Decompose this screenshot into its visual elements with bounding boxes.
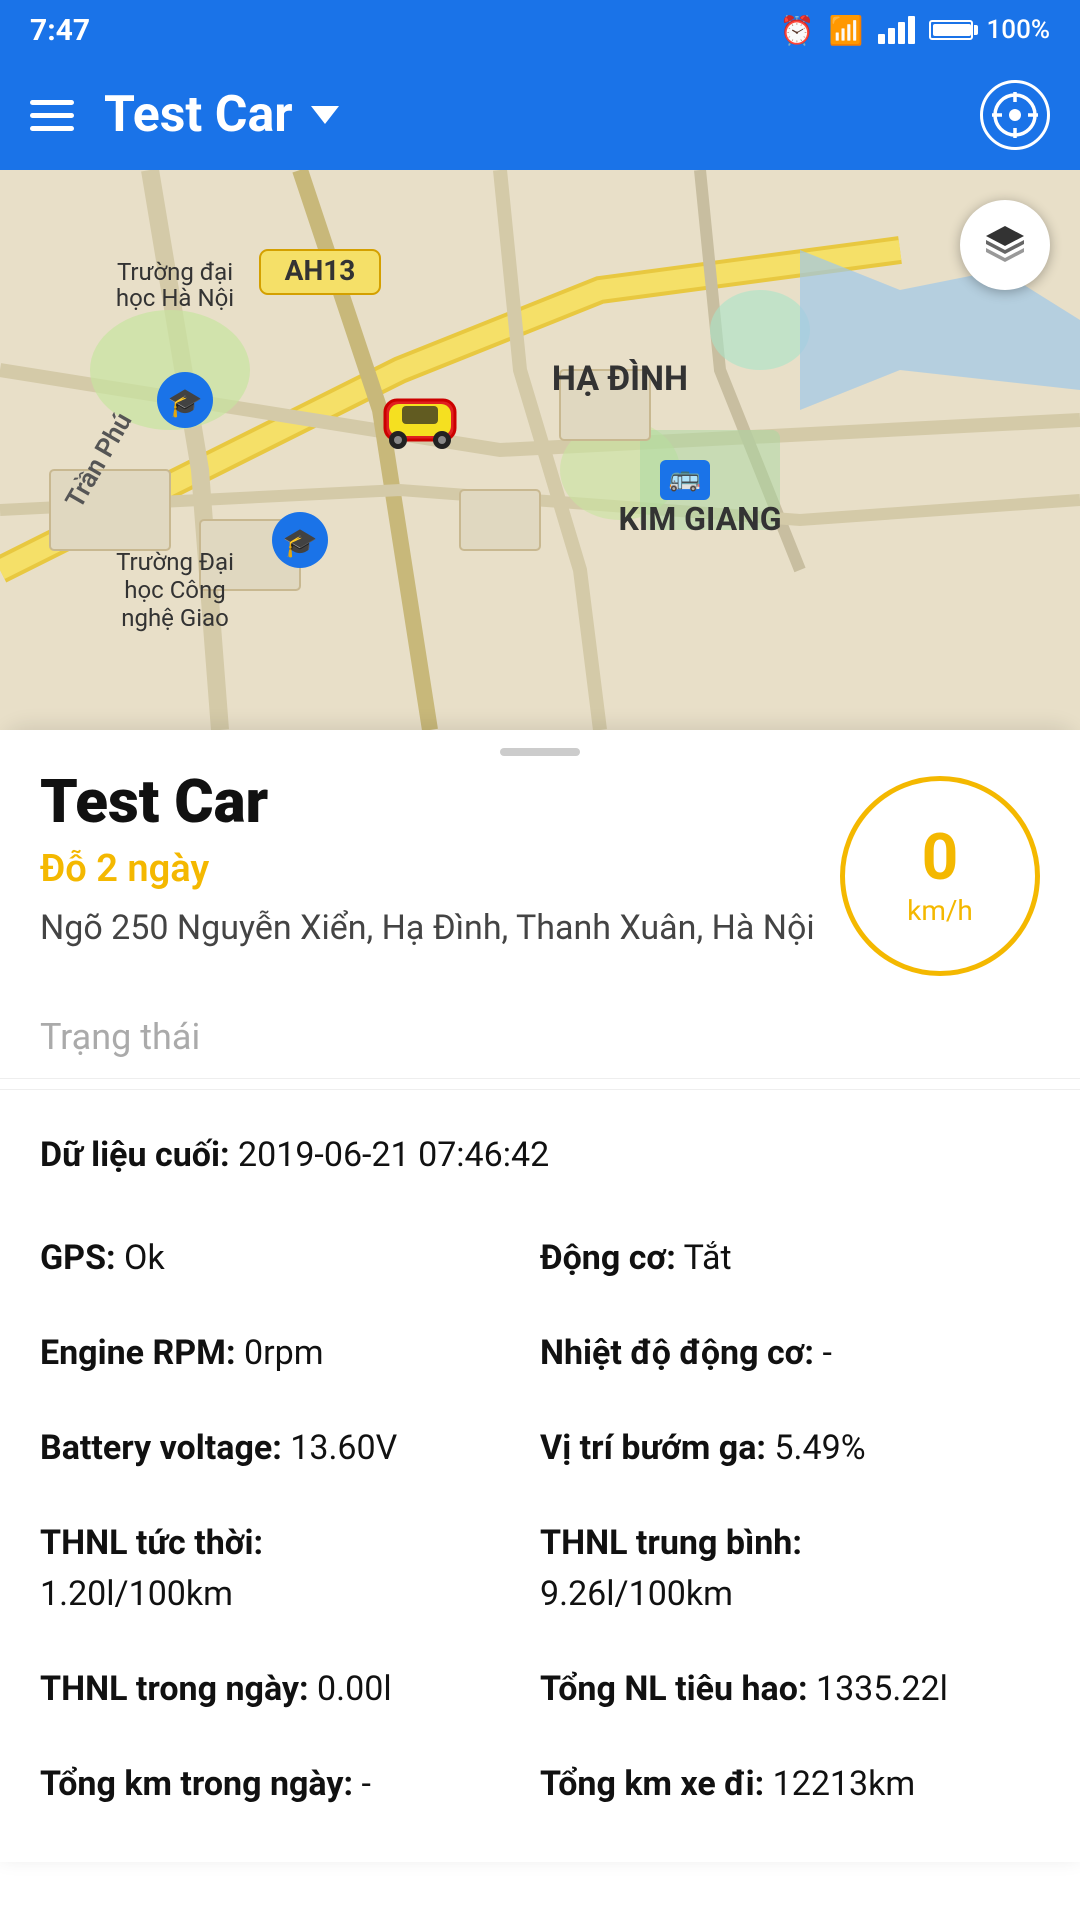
engine-rpm-value: 0rpm (244, 1333, 324, 1373)
tongnl-label: Tổng NL tiêu hao: (540, 1669, 808, 1709)
toolbar-title-text: Test Car (104, 86, 293, 144)
signal-icon (878, 16, 915, 44)
battery-icon (929, 20, 973, 40)
map-container[interactable]: AH13 HẠ ĐÌNH KIM GIANG Trần Phú 🎓 🎓 🚌 Tr… (0, 170, 1080, 730)
car-marker (380, 390, 460, 450)
nhietdo-label: Nhiệt độ động cơ: (540, 1333, 814, 1373)
divider-1 (0, 1089, 1080, 1090)
status-time: 7:47 (30, 13, 90, 48)
map-background: AH13 HẠ ĐÌNH KIM GIANG Trần Phú 🎓 🎓 🚌 Tr… (0, 170, 1080, 730)
status-bar: 7:47 ⏰ 📶 100% (0, 0, 1080, 60)
nhietdo-cell: Nhiệt độ động cơ: - (540, 1306, 1040, 1401)
engine-rpm-label: Engine RPM: (40, 1333, 236, 1373)
battery-voltage-cell: Battery voltage: 13.60V (40, 1401, 540, 1496)
svg-text:Trường Đại: Trường Đại (116, 548, 234, 576)
info-panel: Test Car Đỗ 2 ngày Ngõ 250 Nguyễn Xiển, … (0, 730, 1080, 1862)
drag-handle (500, 748, 580, 756)
speed-unit: km/h (907, 894, 973, 927)
tongkm-trongngay-label: Tổng km trong ngày: (40, 1764, 353, 1804)
dulieu-cuoi-value: 2019-06-21 07:46:42 (238, 1135, 549, 1175)
svg-text:học Hà Nội: học Hà Nội (116, 284, 234, 312)
vitribuomga-label: Vị trí bướm ga: (540, 1428, 766, 1468)
status-icons: ⏰ 📶 100% (780, 14, 1050, 47)
svg-text:Trường đại: Trường đại (117, 258, 233, 286)
speed-value: 0 (922, 826, 959, 890)
speed-circle: 0 km/h (840, 776, 1040, 976)
dulieu-cuoi-label: Dữ liệu cuối: (40, 1135, 230, 1175)
thnl-trungbinh-cell: THNL trung bình: 9.26l/100km (540, 1496, 1040, 1642)
dulieu-cuoi-row: Dữ liệu cuối: 2019-06-21 07:46:42 (40, 1130, 1040, 1181)
toolbar: Test Car (0, 60, 1080, 170)
vehicle-header: Test Car Đỗ 2 ngày Ngõ 250 Nguyễn Xiển, … (0, 766, 1080, 996)
tongkm-xedi-cell: Tổng km xe đi: 12213km (540, 1737, 1040, 1832)
data-section: Dữ liệu cuối: 2019-06-21 07:46:42 GPS: O… (0, 1100, 1080, 1862)
svg-text:🎓: 🎓 (168, 386, 203, 419)
vehicle-selector[interactable]: Test Car (104, 86, 339, 144)
gps-cell: GPS: Ok (40, 1211, 540, 1306)
svg-text:KIM GIANG: KIM GIANG (618, 500, 781, 538)
svg-text:AH13: AH13 (285, 254, 356, 287)
layers-icon (980, 220, 1030, 270)
menu-button[interactable] (30, 100, 74, 131)
tongnl-value: 1335.22l (816, 1669, 948, 1709)
location-icon (992, 92, 1038, 138)
thnl-trongngay-cell: THNL trong ngày: 0.00l (40, 1642, 540, 1737)
map-layers-button[interactable] (960, 200, 1050, 290)
battery-pct: 100% (987, 15, 1050, 45)
vitribuomga-cell: Vị trí bướm ga: 5.49% (540, 1401, 1040, 1496)
svg-text:HẠ ĐÌNH: HẠ ĐÌNH (552, 359, 688, 399)
svg-text:học Công: học Công (124, 576, 225, 604)
alarm-icon: ⏰ (780, 14, 815, 47)
thnl-trungbinh-label: THNL trung bình: (540, 1523, 802, 1563)
thnl-tuctloi-value: 1.20l/100km (40, 1574, 233, 1614)
thnl-tucloi-cell: THNL tức thời: 1.20l/100km (40, 1496, 540, 1642)
engine-rpm-cell: Engine RPM: 0rpm (40, 1306, 540, 1401)
svg-text:nghệ Giao: nghệ Giao (121, 604, 229, 632)
battery-voltage-value: 13.60V (290, 1428, 397, 1468)
tongkm-xedi-label: Tổng km xe đi: (540, 1764, 764, 1804)
gps-value: Ok (124, 1238, 165, 1278)
status-parked: Đỗ 2 ngày (40, 847, 840, 891)
data-grid: GPS: Ok Động cơ: Tắt Engine RPM: 0rpm Nh… (40, 1211, 1040, 1832)
drag-handle-area[interactable] (0, 730, 1080, 766)
trang-thai-label: Trạng thái (0, 996, 1080, 1079)
battery-voltage-label: Battery voltage: (40, 1428, 282, 1468)
thnl-tuctloi-label: THNL tức thời: (40, 1523, 263, 1563)
locate-button[interactable] (980, 80, 1050, 150)
gps-label: GPS: (40, 1238, 116, 1278)
thnl-trongngay-label: THNL trong ngày: (40, 1669, 309, 1709)
vehicle-address: Ngõ 250 Nguyễn Xiển, Hạ Đình, Thanh Xuân… (40, 903, 840, 954)
nhietdo-value: - (822, 1333, 831, 1373)
vitribuomga-value: 5.49% (774, 1428, 865, 1468)
tongkm-trongngay-value: - (362, 1764, 371, 1804)
svg-text:🎓: 🎓 (283, 526, 318, 559)
vehicle-name: Test Car (40, 766, 840, 837)
dongco-label: Động cơ: (540, 1238, 676, 1278)
wifi-icon: 📶 (829, 14, 864, 47)
thnl-trungbinh-value: 9.26l/100km (540, 1574, 733, 1614)
tongnl-cell: Tổng NL tiêu hao: 1335.22l (540, 1642, 1040, 1737)
chevron-down-icon (311, 106, 339, 124)
tongkm-trongngay-cell: Tổng km trong ngày: - (40, 1737, 540, 1832)
thnl-trongngay-value: 0.00l (317, 1669, 392, 1709)
tongkm-xedi-value: 12213km (773, 1764, 916, 1804)
svg-text:🚌: 🚌 (669, 463, 701, 493)
dongco-cell: Động cơ: Tắt (540, 1211, 1040, 1306)
dongco-value: Tắt (684, 1238, 732, 1278)
